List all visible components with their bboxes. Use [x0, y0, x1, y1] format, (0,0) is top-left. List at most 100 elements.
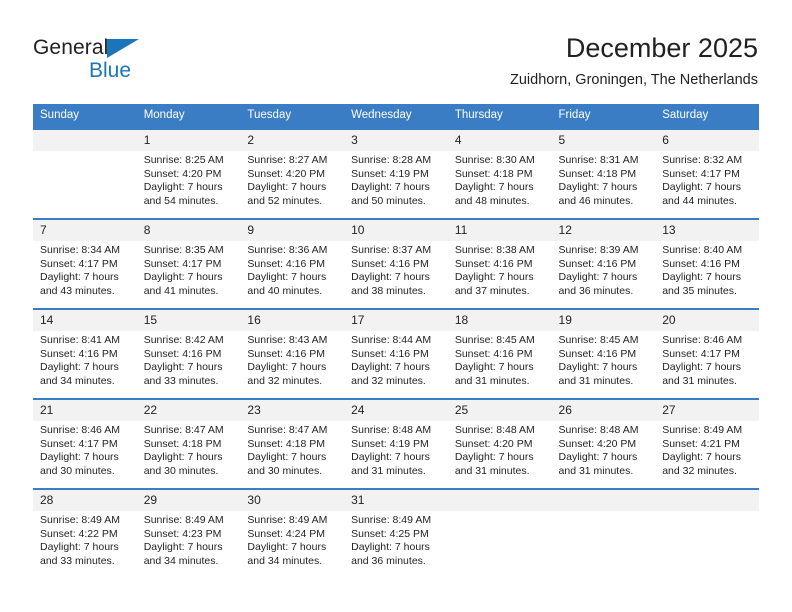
day-cell[interactable]: 6 Sunrise: 8:32 AM Sunset: 4:17 PM Dayli…	[655, 128, 759, 219]
day-details: Sunrise: 8:46 AM Sunset: 4:17 PM Dayligh…	[33, 421, 137, 478]
weekday-header-monday: Monday	[136, 104, 241, 129]
sunset-text: Sunset: 4:16 PM	[662, 257, 740, 270]
day-cell[interactable]: 12 Sunrise: 8:39 AM Sunset: 4:16 PM Dayl…	[551, 218, 656, 309]
day-cell[interactable]: 29 Sunrise: 8:49 AM Sunset: 4:23 PM Dayl…	[136, 488, 241, 579]
day-cell[interactable]: 18 Sunrise: 8:45 AM Sunset: 4:16 PM Dayl…	[447, 308, 552, 399]
daylight-text: Daylight: 7 hours and 40 minutes.	[247, 271, 327, 297]
day-cell[interactable]: 23 Sunrise: 8:47 AM Sunset: 4:18 PM Dayl…	[240, 398, 345, 489]
day-details: Sunrise: 8:30 AM Sunset: 4:18 PM Dayligh…	[448, 151, 552, 208]
day-cell[interactable]: 25 Sunrise: 8:48 AM Sunset: 4:20 PM Dayl…	[447, 398, 552, 489]
day-number: 5	[551, 130, 656, 151]
day-cell[interactable]: 17 Sunrise: 8:44 AM Sunset: 4:16 PM Dayl…	[344, 308, 448, 399]
daylight-text: Daylight: 7 hours and 43 minutes.	[40, 271, 119, 297]
day-number: 4	[447, 130, 552, 151]
day-details: Sunrise: 8:31 AM Sunset: 4:18 PM Dayligh…	[552, 151, 656, 208]
day-number: 21	[33, 400, 137, 421]
sunset-text: Sunset: 4:20 PM	[558, 437, 637, 450]
day-cell[interactable]: 14 Sunrise: 8:41 AM Sunset: 4:16 PM Dayl…	[33, 308, 137, 399]
sunset-text: Sunset: 4:16 PM	[351, 257, 429, 270]
sunset-text: Sunset: 4:17 PM	[40, 437, 118, 450]
day-cell[interactable]	[33, 128, 137, 219]
daylight-text: Daylight: 7 hours and 31 minutes.	[662, 361, 742, 387]
daylight-text: Daylight: 7 hours and 44 minutes.	[662, 181, 742, 207]
day-number: 23	[240, 400, 345, 421]
daylight-text: Daylight: 7 hours and 46 minutes.	[558, 181, 638, 207]
day-cell[interactable]: 9 Sunrise: 8:36 AM Sunset: 4:16 PM Dayli…	[240, 218, 345, 309]
day-cell[interactable]: 2 Sunrise: 8:27 AM Sunset: 4:20 PM Dayli…	[240, 128, 345, 219]
weekday-header-tuesday: Tuesday	[240, 104, 345, 129]
daylight-text: Daylight: 7 hours and 31 minutes.	[558, 361, 638, 387]
day-cell[interactable]: 3 Sunrise: 8:28 AM Sunset: 4:19 PM Dayli…	[344, 128, 448, 219]
sunrise-text: Sunrise: 8:34 AM	[40, 244, 120, 256]
day-number: 27	[655, 400, 759, 421]
day-details: Sunrise: 8:41 AM Sunset: 4:16 PM Dayligh…	[33, 331, 137, 388]
day-cell[interactable]: 4 Sunrise: 8:30 AM Sunset: 4:18 PM Dayli…	[447, 128, 552, 219]
daylight-text: Daylight: 7 hours and 36 minutes.	[351, 541, 430, 567]
day-number: 28	[33, 490, 137, 511]
day-cell[interactable]: 27 Sunrise: 8:49 AM Sunset: 4:21 PM Dayl…	[655, 398, 759, 489]
day-cell[interactable]: 28 Sunrise: 8:49 AM Sunset: 4:22 PM Dayl…	[33, 488, 137, 579]
sunrise-text: Sunrise: 8:49 AM	[40, 514, 120, 526]
day-cell[interactable]	[551, 488, 656, 579]
sunrise-text: Sunrise: 8:48 AM	[351, 424, 432, 436]
day-cell[interactable]: 5 Sunrise: 8:31 AM Sunset: 4:18 PM Dayli…	[551, 128, 656, 219]
day-cell[interactable]: 11 Sunrise: 8:38 AM Sunset: 4:16 PM Dayl…	[447, 218, 552, 309]
sunrise-text: Sunrise: 8:28 AM	[351, 154, 432, 166]
sunrise-text: Sunrise: 8:47 AM	[143, 424, 224, 436]
brand-logo[interactable]: General Blue	[33, 36, 213, 86]
week-row: 14 Sunrise: 8:41 AM Sunset: 4:16 PM Dayl…	[33, 308, 759, 399]
sunset-text: Sunset: 4:22 PM	[40, 527, 118, 540]
day-number: 26	[551, 400, 656, 421]
day-cell[interactable]: 13 Sunrise: 8:40 AM Sunset: 4:16 PM Dayl…	[655, 218, 759, 309]
day-number: 22	[136, 400, 241, 421]
sunset-text: Sunset: 4:16 PM	[351, 347, 429, 360]
day-cell[interactable]: 21 Sunrise: 8:46 AM Sunset: 4:17 PM Dayl…	[33, 398, 137, 489]
sunset-text: Sunset: 4:16 PM	[247, 347, 326, 360]
day-cell[interactable]: 15 Sunrise: 8:42 AM Sunset: 4:16 PM Dayl…	[136, 308, 241, 399]
day-details: Sunrise: 8:48 AM Sunset: 4:20 PM Dayligh…	[552, 421, 656, 478]
sunrise-text: Sunrise: 8:47 AM	[247, 424, 328, 436]
day-cell[interactable]	[447, 488, 552, 579]
sunset-text: Sunset: 4:23 PM	[143, 527, 222, 540]
daylight-text: Daylight: 7 hours and 35 minutes.	[662, 271, 742, 297]
day-details: Sunrise: 8:36 AM Sunset: 4:16 PM Dayligh…	[240, 241, 344, 298]
day-details: Sunrise: 8:42 AM Sunset: 4:16 PM Dayligh…	[137, 331, 241, 388]
day-cell[interactable]: 1 Sunrise: 8:25 AM Sunset: 4:20 PM Dayli…	[136, 128, 241, 219]
day-cell[interactable]	[655, 488, 759, 579]
day-cell[interactable]: 24 Sunrise: 8:48 AM Sunset: 4:19 PM Dayl…	[344, 398, 448, 489]
daylight-text: Daylight: 7 hours and 32 minutes.	[247, 361, 327, 387]
day-number	[551, 490, 656, 511]
calendar-table: Sunday Monday Tuesday Wednesday Thursday…	[33, 104, 759, 579]
day-cell[interactable]: 8 Sunrise: 8:35 AM Sunset: 4:17 PM Dayli…	[136, 218, 241, 309]
page-header: General Blue December 2025 Zuidhorn, Gro…	[0, 0, 792, 104]
sunset-text: Sunset: 4:20 PM	[143, 167, 222, 180]
sunset-text: Sunset: 4:20 PM	[454, 437, 533, 450]
day-cell[interactable]: 31 Sunrise: 8:49 AM Sunset: 4:25 PM Dayl…	[344, 488, 448, 579]
sunset-text: Sunset: 4:16 PM	[143, 347, 222, 360]
week-row: 21 Sunrise: 8:46 AM Sunset: 4:17 PM Dayl…	[33, 398, 759, 489]
day-number: 12	[551, 220, 656, 241]
day-number: 31	[344, 490, 448, 511]
day-cell[interactable]: 22 Sunrise: 8:47 AM Sunset: 4:18 PM Dayl…	[136, 398, 241, 489]
sunrise-text: Sunrise: 8:35 AM	[143, 244, 224, 256]
daylight-text: Daylight: 7 hours and 54 minutes.	[143, 181, 223, 207]
day-cell[interactable]: 30 Sunrise: 8:49 AM Sunset: 4:24 PM Dayl…	[240, 488, 345, 579]
day-number: 10	[344, 220, 448, 241]
day-details: Sunrise: 8:44 AM Sunset: 4:16 PM Dayligh…	[344, 331, 448, 388]
sunset-text: Sunset: 4:25 PM	[351, 527, 429, 540]
day-details: Sunrise: 8:35 AM Sunset: 4:17 PM Dayligh…	[137, 241, 241, 298]
daylight-text: Daylight: 7 hours and 33 minutes.	[40, 541, 119, 567]
day-cell[interactable]: 20 Sunrise: 8:46 AM Sunset: 4:17 PM Dayl…	[655, 308, 759, 399]
day-cell[interactable]: 16 Sunrise: 8:43 AM Sunset: 4:16 PM Dayl…	[240, 308, 345, 399]
day-cell[interactable]: 26 Sunrise: 8:48 AM Sunset: 4:20 PM Dayl…	[551, 398, 656, 489]
day-number: 18	[447, 310, 552, 331]
day-cell[interactable]: 19 Sunrise: 8:45 AM Sunset: 4:16 PM Dayl…	[551, 308, 656, 399]
sunrise-text: Sunrise: 8:48 AM	[454, 424, 535, 436]
day-cell[interactable]: 10 Sunrise: 8:37 AM Sunset: 4:16 PM Dayl…	[344, 218, 448, 309]
day-number: 29	[136, 490, 241, 511]
calendar-header-row: Sunday Monday Tuesday Wednesday Thursday…	[33, 104, 759, 129]
day-cell[interactable]: 7 Sunrise: 8:34 AM Sunset: 4:17 PM Dayli…	[33, 218, 137, 309]
daylight-text: Daylight: 7 hours and 38 minutes.	[351, 271, 430, 297]
week-row: 7 Sunrise: 8:34 AM Sunset: 4:17 PM Dayli…	[33, 218, 759, 309]
day-details: Sunrise: 8:46 AM Sunset: 4:17 PM Dayligh…	[655, 331, 759, 388]
